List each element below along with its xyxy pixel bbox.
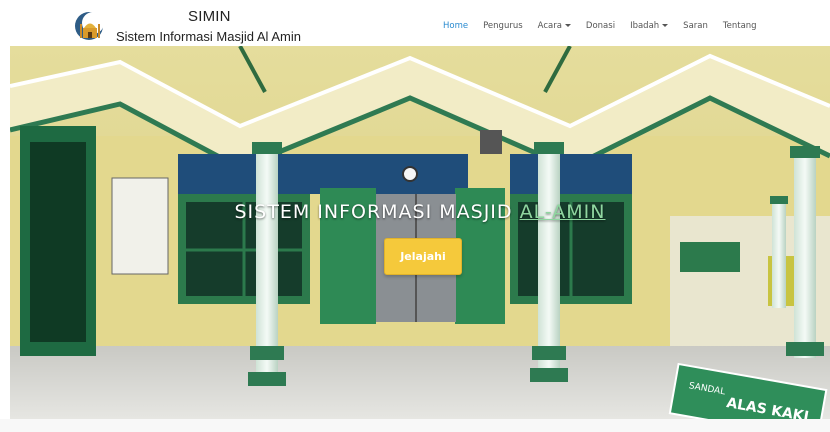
mosque-logo-icon[interactable]: [74, 10, 104, 42]
hero-title-main: SISTEM INFORMASI MASJID: [234, 201, 513, 223]
below-hero-strip: [0, 419, 830, 432]
nav-home[interactable]: Home: [443, 21, 468, 31]
nav-ibadah[interactable]: Ibadah: [630, 21, 669, 31]
hero-title: SISTEM INFORMASI MASJID AL-AMIN: [10, 201, 830, 223]
main-nav: Home Pengurus Acara Donasi Ibadah Saran …: [443, 21, 772, 31]
nav-acara[interactable]: Acara: [538, 21, 571, 31]
nav-pengurus[interactable]: Pengurus: [483, 21, 523, 31]
hero-title-accent-link[interactable]: AL-AMIN: [520, 201, 606, 223]
chevron-down-icon: [564, 24, 571, 27]
nav-saran[interactable]: Saran: [683, 21, 708, 31]
chevron-down-icon: [662, 24, 669, 27]
nav-donasi[interactable]: Donasi: [586, 21, 615, 31]
hero-banner: SANDAL ALAS KAKI SISTEM INFORMASI MASJID…: [10, 46, 830, 419]
nav-ibadah-label: Ibadah: [630, 21, 660, 31]
nav-tentang[interactable]: Tentang: [723, 21, 757, 31]
brand-subtitle: Sistem Informasi Masjid Al Amin: [116, 29, 301, 44]
nav-acara-label: Acara: [537, 21, 562, 31]
hero-mosque-photo: SANDAL ALAS KAKI: [10, 46, 830, 419]
brand-title[interactable]: SIMIN: [188, 8, 231, 25]
navbar: SIMIN Sistem Informasi Masjid Al Amin Ho…: [0, 0, 830, 46]
explore-button[interactable]: Jelajahi: [384, 238, 462, 275]
